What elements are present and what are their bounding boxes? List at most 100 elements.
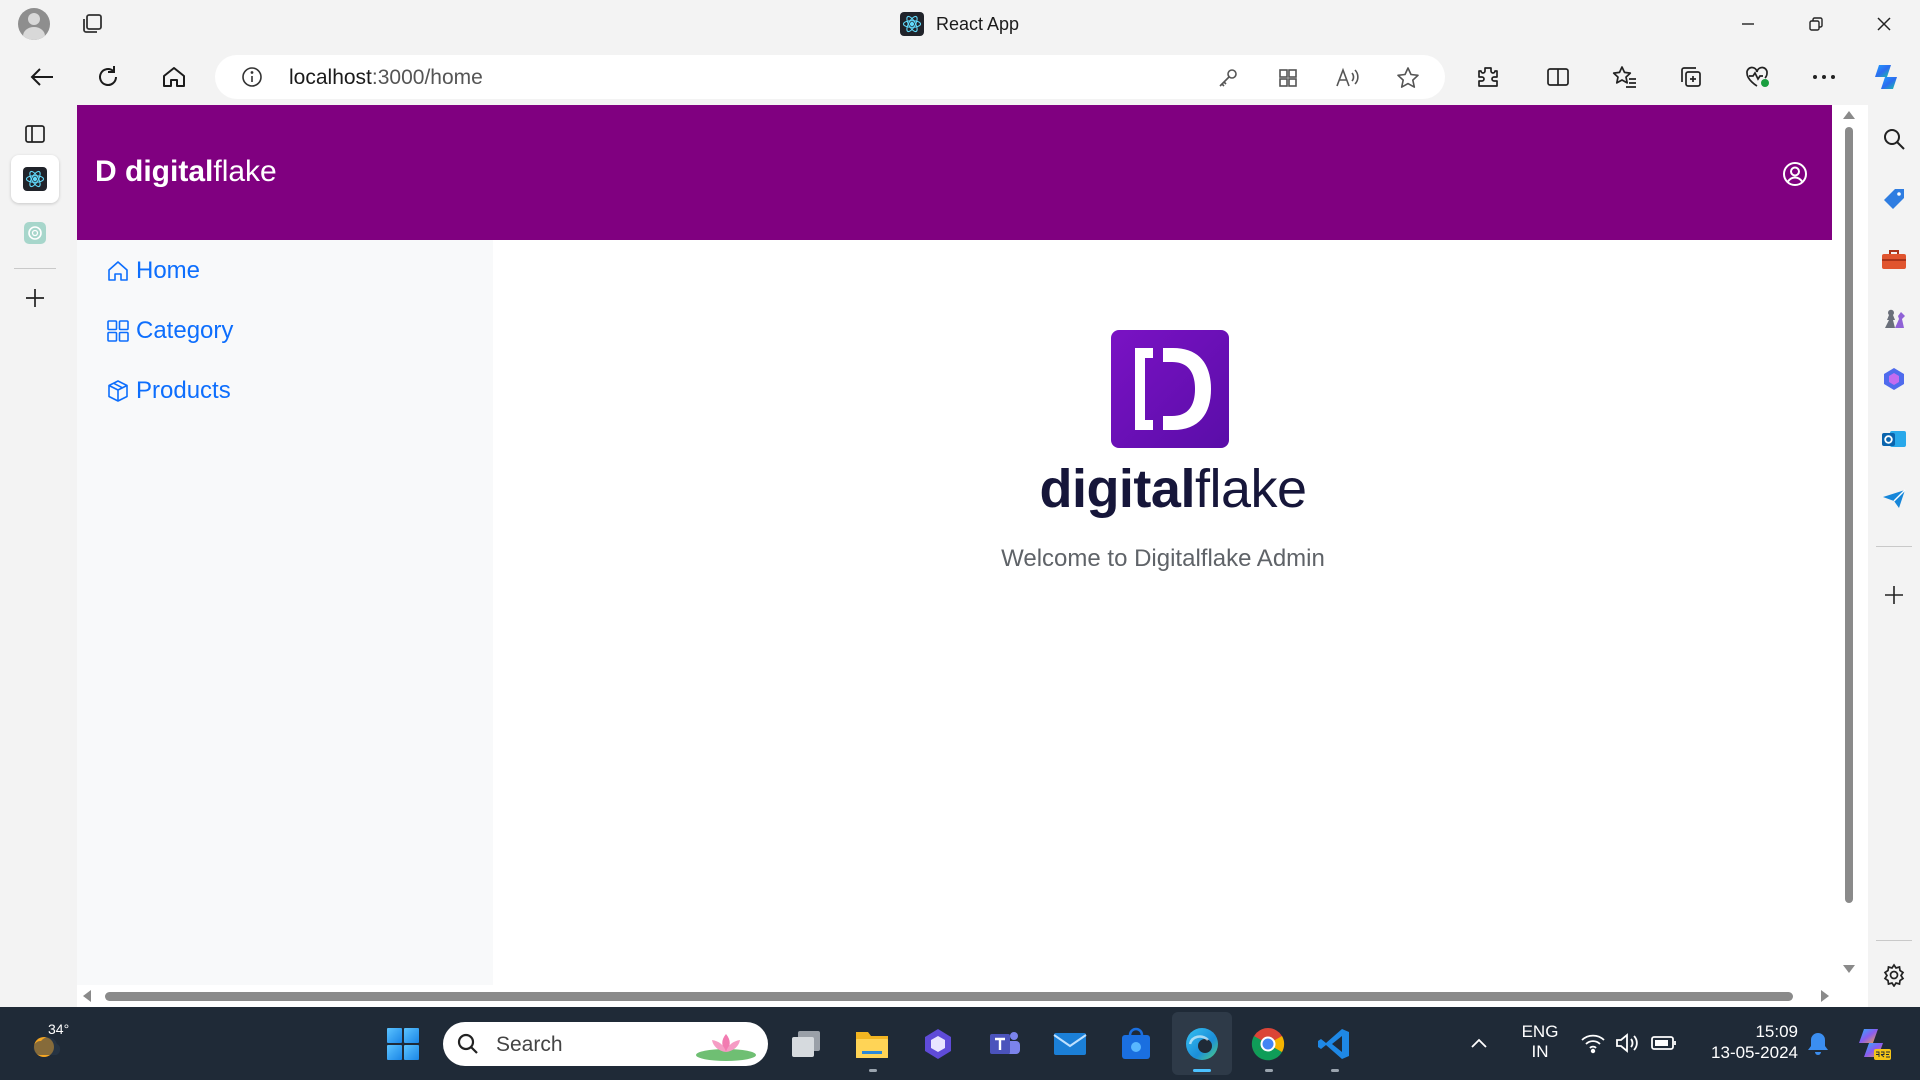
tab-actions-icon[interactable] bbox=[11, 110, 59, 158]
app-store-icon[interactable] bbox=[1116, 1024, 1156, 1064]
sidebar-item-products[interactable]: Products bbox=[106, 376, 231, 406]
read-aloud-icon[interactable] bbox=[1335, 65, 1361, 91]
app-header: D digitalflake bbox=[77, 105, 1832, 240]
show-hidden-icons-chevron-icon[interactable] bbox=[1468, 1033, 1490, 1055]
logo-bold: digital bbox=[1039, 459, 1195, 519]
main-content: digitalflake Welcome to Digitalflake Adm… bbox=[493, 240, 1832, 985]
brand-light: flake bbox=[213, 155, 277, 188]
mail-icon[interactable] bbox=[1050, 1024, 1090, 1064]
running-indicator bbox=[1331, 1069, 1339, 1072]
page-viewport: D digitalflake Home Category Products di… bbox=[77, 105, 1868, 1007]
scroll-right-arrow-icon[interactable] bbox=[1821, 990, 1829, 1002]
notification-bell-icon[interactable] bbox=[1806, 1031, 1830, 1057]
add-sidebar-app-icon[interactable] bbox=[1878, 579, 1910, 611]
url-host: localhost bbox=[289, 66, 372, 89]
copilot-preview-icon[interactable] bbox=[1854, 1025, 1892, 1063]
edge-sidebar bbox=[1868, 105, 1920, 1007]
taskbar-search-box[interactable]: Search bbox=[443, 1022, 768, 1066]
openai-icon bbox=[24, 222, 46, 244]
vertical-scrollbar[interactable] bbox=[1838, 105, 1860, 985]
language-code: ENG bbox=[1521, 1022, 1559, 1041]
profile-avatar-icon[interactable] bbox=[18, 8, 50, 40]
digitalflake-wordmark: digitalflake bbox=[1013, 458, 1333, 520]
browser-toolbar: localhost:3000/home bbox=[0, 49, 1920, 105]
brand-bold: digital bbox=[125, 155, 214, 188]
refresh-button[interactable] bbox=[88, 59, 128, 95]
user-profile-icon[interactable] bbox=[1782, 161, 1808, 187]
grid-icon bbox=[107, 320, 129, 342]
send-drop-icon[interactable] bbox=[1878, 483, 1910, 515]
app-available-icon[interactable] bbox=[1275, 65, 1301, 91]
close-window-button[interactable] bbox=[1854, 6, 1914, 42]
url-path: :3000/home bbox=[371, 66, 483, 89]
home-icon bbox=[108, 261, 128, 281]
start-button-windows-icon[interactable] bbox=[383, 1024, 423, 1064]
input-language-indicator[interactable]: ENG IN bbox=[1520, 1022, 1560, 1062]
sidebar-item-category[interactable]: Category bbox=[106, 316, 233, 346]
horizontal-scroll-thumb[interactable] bbox=[105, 992, 1793, 1001]
clock-date: 13-05-2024 bbox=[1711, 1043, 1798, 1062]
sidebar-item-label: Products bbox=[136, 377, 231, 404]
wifi-icon[interactable] bbox=[1580, 1032, 1606, 1056]
back-button[interactable] bbox=[22, 59, 62, 95]
new-tab-button[interactable] bbox=[11, 274, 59, 322]
vertical-scroll-thumb[interactable] bbox=[1845, 127, 1853, 903]
digitalflake-logo-icon bbox=[1111, 330, 1229, 448]
chrome-icon[interactable] bbox=[1248, 1024, 1288, 1064]
site-info-icon[interactable] bbox=[241, 66, 263, 88]
home-button[interactable] bbox=[154, 59, 194, 95]
favorites-icon[interactable] bbox=[1607, 59, 1643, 95]
file-explorer-icon[interactable] bbox=[852, 1024, 892, 1064]
edge-browser-icon[interactable] bbox=[1182, 1024, 1222, 1064]
shopping-tag-icon[interactable] bbox=[1878, 183, 1910, 215]
horizontal-scrollbar[interactable] bbox=[77, 985, 1838, 1007]
collections-icon[interactable] bbox=[1673, 59, 1709, 95]
brand-logo[interactable]: D digitalflake bbox=[95, 155, 277, 189]
split-screen-icon[interactable] bbox=[1540, 59, 1576, 95]
microsoft-365-icon[interactable] bbox=[1878, 363, 1910, 395]
system-clock[interactable]: 15:09 13-05-2024 bbox=[1698, 1021, 1798, 1063]
sidebar-separator bbox=[1876, 940, 1912, 941]
tools-icon[interactable] bbox=[1878, 243, 1910, 275]
teams-icon[interactable] bbox=[984, 1024, 1024, 1064]
password-key-icon[interactable] bbox=[1215, 65, 1241, 91]
sidebar-settings-gear-icon[interactable] bbox=[1878, 959, 1910, 991]
scroll-down-arrow-icon[interactable] bbox=[1843, 965, 1855, 973]
url-text[interactable]: localhost:3000/home bbox=[289, 66, 483, 90]
sidebar-item-label: Category bbox=[136, 317, 234, 344]
extensions-icon[interactable] bbox=[1470, 59, 1506, 95]
restore-button[interactable] bbox=[1786, 6, 1846, 42]
search-icon[interactable] bbox=[1878, 123, 1910, 155]
tab-react-app[interactable] bbox=[11, 155, 59, 203]
vscode-icon[interactable] bbox=[1314, 1024, 1354, 1064]
search-placeholder: Search bbox=[496, 1033, 563, 1056]
favorite-star-icon[interactable] bbox=[1395, 65, 1421, 91]
copilot-icon[interactable] bbox=[1868, 59, 1904, 95]
scroll-up-arrow-icon[interactable] bbox=[1843, 111, 1855, 119]
address-bar[interactable]: localhost:3000/home bbox=[215, 55, 1445, 99]
clock-time: 15:09 bbox=[1755, 1022, 1798, 1041]
minimize-button[interactable] bbox=[1718, 6, 1778, 42]
battery-icon[interactable] bbox=[1650, 1032, 1676, 1056]
search-icon bbox=[457, 1033, 479, 1055]
tab-chatgpt[interactable] bbox=[11, 209, 59, 257]
outlook-icon[interactable] bbox=[1878, 423, 1910, 455]
scroll-left-arrow-icon[interactable] bbox=[83, 990, 91, 1002]
tab-separator bbox=[14, 268, 56, 269]
more-options-icon[interactable] bbox=[1806, 59, 1842, 95]
browser-title-bar: React App bbox=[0, 0, 1920, 49]
volume-icon[interactable] bbox=[1614, 1032, 1640, 1056]
sidebar-item-home[interactable]: Home bbox=[106, 256, 200, 286]
app-sidebar: Home Category Products bbox=[77, 240, 493, 985]
games-icon[interactable] bbox=[1878, 303, 1910, 335]
task-view-icon[interactable] bbox=[786, 1024, 826, 1064]
workspaces-icon[interactable] bbox=[80, 12, 106, 36]
window-title-text: React App bbox=[936, 13, 1020, 34]
copilot-taskbar-icon[interactable] bbox=[918, 1024, 958, 1064]
browser-essentials-icon[interactable] bbox=[1740, 59, 1776, 95]
logo-light: flake bbox=[1194, 459, 1307, 519]
running-indicator bbox=[869, 1069, 877, 1072]
react-tab-icon bbox=[23, 167, 47, 191]
windows-taskbar: 34° Search ENG IN 15:09 13-05-2024 bbox=[0, 1007, 1920, 1080]
welcome-text: Welcome to Digitalflake Admin bbox=[1001, 545, 1325, 572]
